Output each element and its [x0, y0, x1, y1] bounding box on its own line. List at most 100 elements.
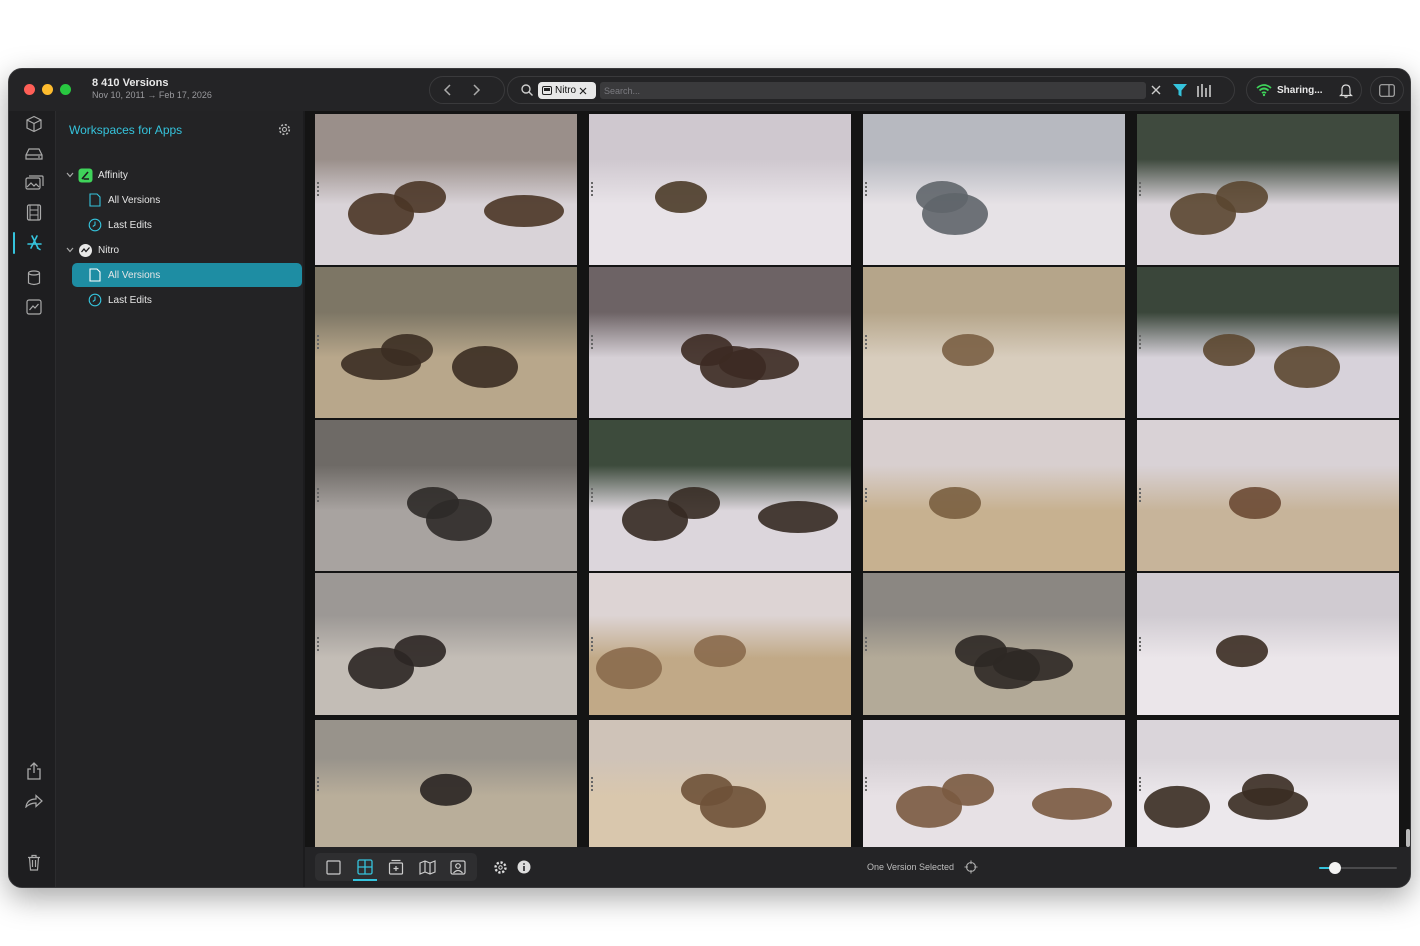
crosshair-icon[interactable]	[964, 860, 978, 874]
sharing-button[interactable]: Sharing...	[1246, 76, 1362, 104]
icon-rail	[9, 111, 56, 887]
film-sprocket-marks	[865, 181, 867, 198]
grid-view-button[interactable]	[355, 858, 375, 876]
zoom-slider-knob[interactable]	[1328, 862, 1341, 874]
grid-scrollbar[interactable]	[1406, 829, 1410, 847]
thumbnail-river-mountains[interactable]	[863, 114, 1125, 265]
thumbnail-animal-shape	[929, 487, 981, 520]
thumbnail-elk-meadow[interactable]	[863, 420, 1125, 571]
film-sprocket-marks	[317, 334, 319, 351]
sidebar-item-affinity-last-edits[interactable]: Last Edits	[86, 213, 294, 237]
thumbnail-elk-grazing[interactable]	[1137, 420, 1399, 571]
thumbnail-elk-herd-hillside[interactable]	[863, 720, 1125, 847]
rail-forward-button[interactable]	[24, 791, 44, 811]
info-button[interactable]	[514, 858, 534, 876]
sidebar-item-nitro-all-versions[interactable]: All Versions	[72, 263, 302, 287]
bell-icon[interactable]	[1339, 83, 1353, 98]
view-settings-button[interactable]	[490, 858, 510, 876]
thumbnail-animal-shape	[1170, 193, 1236, 236]
thumbnail-bison-snow[interactable]	[315, 114, 577, 265]
single-view-button[interactable]	[323, 858, 343, 876]
search-token-label: Nitro	[555, 85, 577, 96]
forward-button[interactable]	[467, 81, 485, 99]
thumbnail-subject	[942, 334, 994, 367]
toggle-inspector-button[interactable]	[1370, 76, 1404, 104]
sidebar-group-label: Nitro	[98, 244, 120, 256]
thumbnail-bison-forest[interactable]	[1137, 114, 1399, 265]
people-view-button[interactable]	[448, 858, 468, 876]
rail-apps-button[interactable]	[24, 232, 44, 252]
sidebar-group-label: Affinity	[98, 169, 128, 181]
back-button[interactable]	[439, 81, 457, 99]
map-view-button[interactable]	[417, 858, 437, 876]
film-sprocket-marks	[591, 181, 593, 198]
rail-database-button[interactable]	[24, 268, 44, 288]
thumbnail-moose-pair[interactable]	[315, 573, 577, 715]
rail-photos-button[interactable]	[24, 173, 44, 193]
thumbnail-animal-shape	[993, 649, 1073, 682]
histogram-icon[interactable]	[1196, 83, 1212, 98]
thumbnail-moose-bull[interactable]	[863, 573, 1125, 715]
thumbnail-moose-antlers-grass[interactable]	[863, 267, 1125, 418]
thumbnail-animal-shape	[622, 499, 688, 542]
thumbnail-animal-shape	[1144, 785, 1210, 828]
film-sprocket-marks	[317, 777, 319, 794]
thumbnail-animal-shape	[420, 773, 472, 806]
thumbnail-animal-shape	[758, 501, 838, 534]
rail-drive-button[interactable]	[24, 144, 44, 164]
chevron-left-icon	[443, 84, 451, 96]
rail-export-button[interactable]	[24, 761, 44, 781]
thumbnail-subject	[1144, 773, 1308, 828]
rail-film-button[interactable]	[24, 202, 44, 222]
film-sprocket-marks	[591, 334, 593, 351]
thumbnail-subject	[348, 181, 564, 236]
rail-graph-button[interactable]	[24, 297, 44, 317]
thumbnail-bison-herd-snow[interactable]	[589, 114, 851, 265]
film-sprocket-marks	[591, 777, 593, 794]
sidebar-item-nitro-last-edits[interactable]: Last Edits	[86, 288, 294, 312]
thumbnail-animal-shape	[484, 195, 564, 228]
thumbnail-animal-shape	[452, 346, 518, 389]
filter-icon[interactable]	[1172, 83, 1188, 98]
thumbnail-bison-forest-edge[interactable]	[589, 420, 851, 571]
navigation-group	[429, 76, 505, 104]
film-sprocket-marks	[865, 777, 867, 794]
search-token-nitro[interactable]: Nitro	[538, 82, 596, 99]
thumbnail-moose-grass[interactable]	[315, 267, 577, 418]
minimize-window-button[interactable]	[42, 84, 53, 95]
film-icon	[26, 203, 42, 221]
thumbnail-elk-bull-grazing[interactable]	[589, 720, 851, 847]
zoom-window-button[interactable]	[60, 84, 71, 95]
clear-search-icon[interactable]	[1150, 84, 1162, 96]
thumbnail-bison-slope[interactable]	[1137, 267, 1399, 418]
stack-view-button[interactable]	[386, 858, 406, 876]
film-sprocket-marks	[865, 487, 867, 504]
thumbnail-animal-shape	[596, 647, 662, 690]
rail-trash-button[interactable]	[24, 852, 44, 872]
thumbnail-elk-herd[interactable]	[589, 573, 851, 715]
info-icon	[517, 860, 531, 874]
thumbnail-moose-closeup[interactable]	[315, 420, 577, 571]
close-window-button[interactable]	[24, 84, 35, 95]
thumbnail-bison-group[interactable]	[1137, 573, 1399, 715]
workspace-title: Workspaces for Apps	[69, 123, 183, 137]
clock-icon	[88, 218, 102, 232]
gear-icon[interactable]	[278, 123, 291, 136]
thumbnail-animal-shape	[655, 181, 707, 214]
sidebar-group-nitro[interactable]: Nitro	[64, 238, 294, 262]
search-input[interactable]	[600, 82, 1146, 99]
sidebar-item-affinity-all-versions[interactable]: All Versions	[86, 188, 294, 212]
thumbnail-moose-bull-2[interactable]	[315, 720, 577, 847]
thumbnail-bison-closeup[interactable]	[1137, 720, 1399, 847]
photos-icon	[24, 175, 44, 190]
rail-cube-button[interactable]	[24, 114, 44, 134]
map-icon	[418, 859, 436, 875]
film-sprocket-marks	[317, 487, 319, 504]
thumbnail-subject	[407, 487, 492, 542]
thumbnail-bison-line[interactable]	[589, 267, 851, 418]
nitro-app-icon	[78, 243, 92, 257]
sidebar-group-affinity[interactable]: Affinity	[64, 163, 294, 187]
thumbnail-animal-shape	[1203, 334, 1255, 367]
film-sprocket-marks	[591, 636, 593, 653]
remove-token-icon[interactable]	[579, 87, 587, 95]
